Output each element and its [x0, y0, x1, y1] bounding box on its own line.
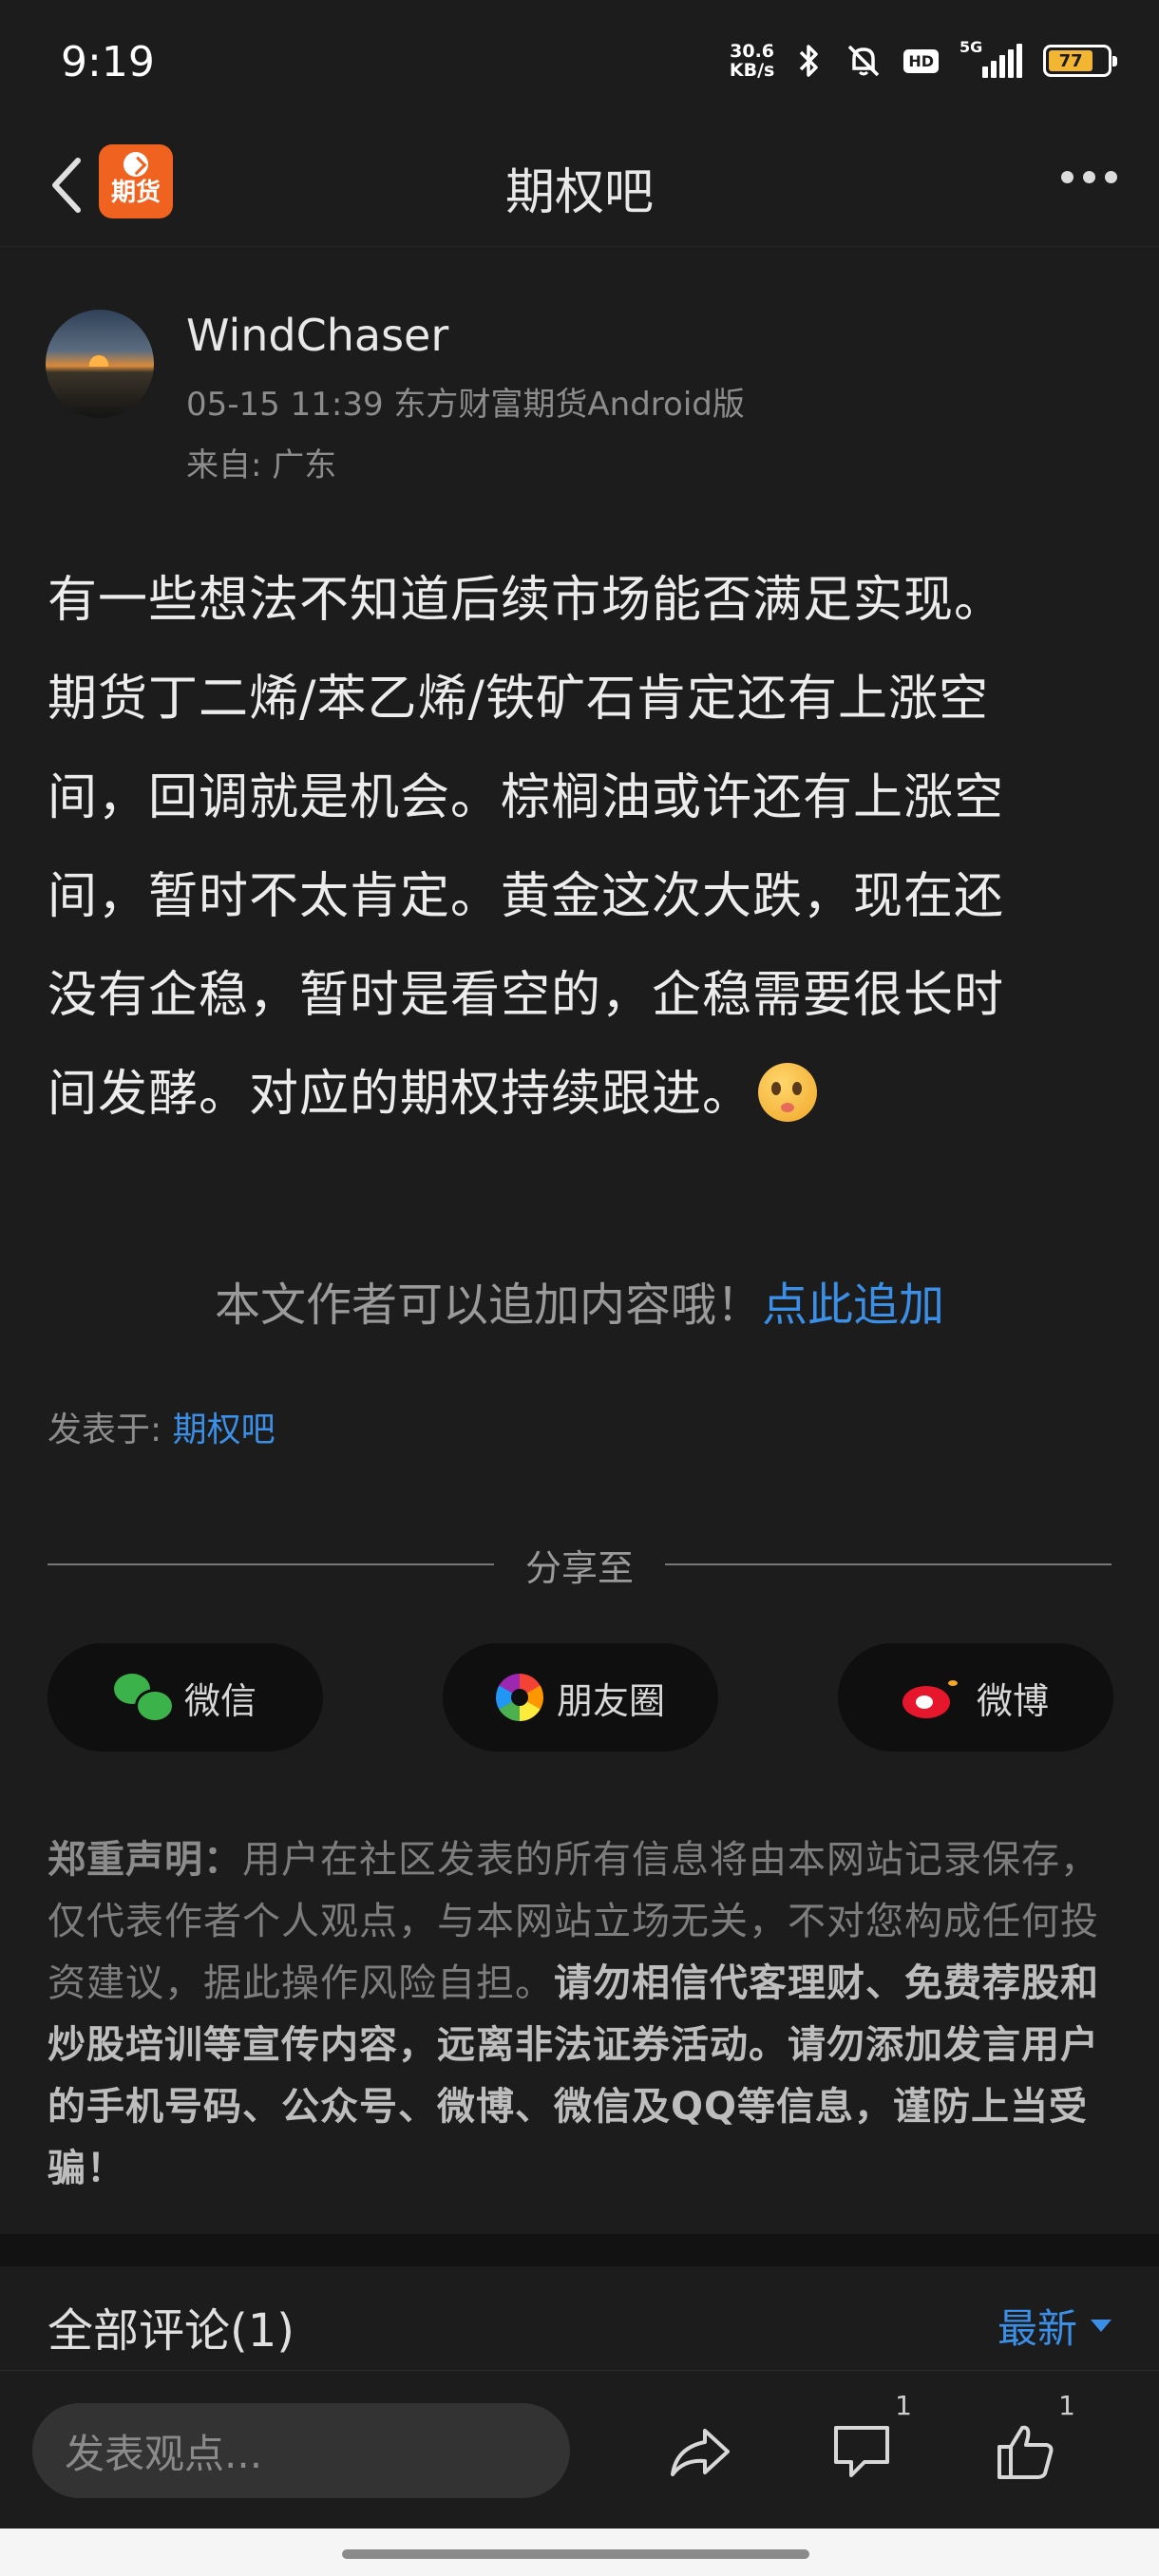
comments-header: 全部评论(1) 最新 — [0, 2266, 1159, 2371]
divider-line — [665, 1563, 1112, 1565]
caret-down-icon — [1091, 2320, 1112, 2332]
status-bar: 9:19 30.6 KB/s HD 5G 77 — [0, 0, 1159, 123]
post-content: 有一些想法不知道后续市场能否满足实现。 期货丁二烯/苯乙烯/铁矿石肯定还有上涨空… — [48, 551, 1121, 1144]
thinking-face-emoji-icon — [758, 1063, 818, 1122]
post-location: 来自: 广东 — [186, 446, 337, 484]
post-line: 期货丁二烯/苯乙烯/铁矿石肯定还有上涨空 — [48, 671, 990, 728]
network-speed: 30.6 KB/s — [730, 42, 774, 80]
disclaimer-lead: 郑重声明 — [48, 1838, 203, 1882]
disclaimer: 郑重声明：用户在社区发表的所有信息将由本网站记录保存，仅代表作者个人观点，与本网… — [48, 1829, 1119, 2200]
disclaimer-colon: ： — [203, 1838, 242, 1882]
append-content-tip: 本文作者可以追加内容哦！点此追加 — [0, 1267, 1159, 1334]
like-count: 1 — [1058, 2390, 1075, 2421]
more-dot-icon — [1105, 171, 1117, 183]
comment-button[interactable]: 1 — [819, 2390, 912, 2494]
comment-icon — [834, 2426, 889, 2477]
append-tip-text: 本文作者可以追加内容哦！ — [214, 1279, 762, 1332]
signal-icon: 5G — [960, 38, 1022, 78]
share-moments-button[interactable]: 朋友圈 — [443, 1643, 718, 1752]
more-options-button[interactable] — [1061, 171, 1117, 183]
share-wechat-button[interactable]: 微信 — [48, 1643, 323, 1752]
sort-latest-button[interactable]: 最新 — [998, 2297, 1112, 2355]
moments-icon — [495, 1674, 543, 1721]
bottom-action-bar: 发表观点... 1 1 — [0, 2371, 1159, 2529]
posted-in: 发表于: 期权吧 — [48, 1402, 276, 1451]
post-line: 有一些想法不知道后续市场能否满足实现。 — [48, 572, 1005, 629]
post-line: 间发酵。对应的期权持续跟进。 — [48, 1066, 753, 1123]
share-arrow-icon — [671, 2429, 730, 2476]
network-type: 5G — [960, 38, 983, 56]
status-time: 9:19 — [61, 38, 155, 86]
status-icons: 30.6 KB/s HD 5G 77 — [730, 38, 1117, 80]
comment-input[interactable]: 发表观点... — [32, 2403, 570, 2498]
author-name[interactable]: WindChaser — [186, 310, 448, 361]
comments-title: 全部评论(1) — [48, 2304, 294, 2358]
network-speed-unit: KB/s — [729, 60, 775, 81]
nav-bar: 期货 期权吧 — [0, 123, 1159, 247]
weibo-icon — [902, 1675, 963, 1720]
post-last-line: 间发酵。对应的期权持续跟进。 — [48, 1045, 1121, 1144]
share-moments-label: 朋友圈 — [556, 1679, 665, 1722]
append-content-link[interactable]: 点此追加 — [762, 1279, 944, 1332]
share-divider: 分享至 — [48, 1539, 1112, 1589]
comment-input-placeholder: 发表观点... — [65, 2430, 263, 2477]
more-dot-icon — [1061, 171, 1074, 183]
share-weibo-button[interactable]: 微博 — [838, 1643, 1113, 1752]
comment-count: 1 — [895, 2390, 912, 2421]
battery-level: 77 — [1049, 50, 1093, 71]
post-meta: 05-15 11:39 东方财富期货Android版 — [186, 386, 745, 424]
sunset-image — [89, 355, 108, 367]
sort-label: 最新 — [997, 2305, 1077, 2352]
section-divider — [0, 2234, 1159, 2266]
post-line: 没有企稳，暂时是看空的，企稳需要很长时 — [48, 967, 1005, 1024]
avatar[interactable] — [46, 310, 154, 418]
thumbs-up-icon — [998, 2425, 1054, 2479]
more-dot-icon — [1083, 171, 1095, 183]
battery-icon: 77 — [1043, 45, 1117, 77]
share-wechat-label: 微信 — [183, 1679, 256, 1722]
page-title: 期权吧 — [504, 164, 654, 221]
post-line: 间，暂时不太肯定。黄金这次大跌，现在还 — [48, 868, 1005, 925]
share-row: 微信 朋友圈 微博 — [48, 1643, 1113, 1752]
home-gesture-bar[interactable] — [342, 2549, 809, 2559]
post-line: 间，回调就是机会。棕榈油或许还有上涨空 — [48, 769, 1005, 826]
home-indicator — [0, 2529, 1159, 2576]
share-button[interactable] — [657, 2409, 743, 2494]
network-speed-value: 30.6 — [730, 41, 775, 62]
hd-badge: HD — [903, 48, 939, 73]
bluetooth-icon — [800, 45, 819, 77]
like-button[interactable]: 1 — [982, 2390, 1075, 2494]
share-weibo-label: 微博 — [976, 1679, 1049, 1722]
posted-in-label: 发表于: — [48, 1411, 173, 1449]
mute-bell-icon — [848, 45, 880, 77]
wechat-icon — [113, 1674, 175, 1723]
forum-link[interactable]: 期权吧 — [173, 1411, 276, 1449]
